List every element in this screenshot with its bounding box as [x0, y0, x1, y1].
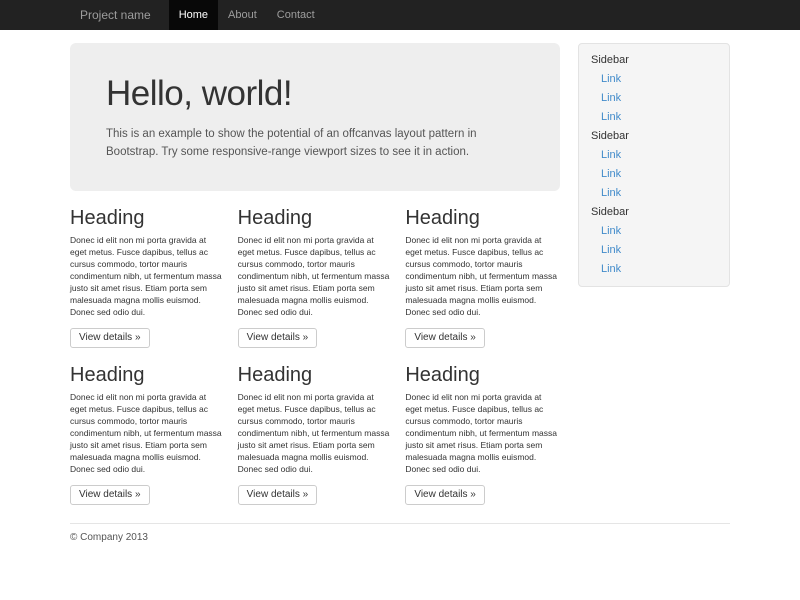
card-heading: Heading [238, 207, 393, 229]
sidebar-link[interactable]: Link [579, 222, 729, 241]
sidebar-link[interactable]: Link [579, 260, 729, 279]
sidebar-link[interactable]: Link [579, 108, 729, 127]
navbar: Project name Home About Contact [0, 0, 800, 30]
nav-item-contact[interactable]: Contact [267, 0, 325, 30]
sidebar-link[interactable]: Link [579, 165, 729, 184]
card: Heading Donec id elit non mi porta gravi… [405, 207, 560, 348]
view-details-button[interactable]: View details » [238, 485, 318, 505]
navbar-inner: Project name Home About Contact [70, 0, 730, 30]
sidebar-heading: Sidebar [579, 203, 729, 222]
view-details-button[interactable]: View details » [70, 485, 150, 505]
sidebar-link[interactable]: Link [579, 241, 729, 260]
card: Heading Donec id elit non mi porta gravi… [70, 364, 225, 505]
footer-divider [70, 523, 730, 524]
cards-row-1: Heading Donec id elit non mi porta gravi… [70, 207, 560, 348]
card-body-text: Donec id elit non mi porta gravida at eg… [405, 234, 560, 318]
card-body-text: Donec id elit non mi porta gravida at eg… [70, 234, 225, 318]
card: Heading Donec id elit non mi porta gravi… [238, 364, 393, 505]
card-body-text: Donec id elit non mi porta gravida at eg… [238, 391, 393, 475]
sidebar: Sidebar Link Link Link Sidebar Link Link… [578, 43, 730, 287]
card-heading: Heading [70, 364, 225, 386]
jumbotron-text: This is an example to show the potential… [106, 125, 524, 161]
sidebar-link[interactable]: Link [579, 146, 729, 165]
card: Heading Donec id elit non mi porta gravi… [70, 207, 225, 348]
main-content: Hello, world! This is an example to show… [70, 43, 560, 505]
card: Heading Donec id elit non mi porta gravi… [405, 364, 560, 505]
sidebar-link[interactable]: Link [579, 184, 729, 203]
sidebar-link[interactable]: Link [579, 70, 729, 89]
page-footer: © Company 2013 [70, 523, 730, 543]
navbar-menu: Home About Contact [169, 0, 325, 30]
page-title: Hello, world! [106, 75, 524, 113]
nav-item-about[interactable]: About [218, 0, 267, 30]
card-heading: Heading [238, 364, 393, 386]
view-details-button[interactable]: View details » [405, 328, 485, 348]
nav-item-home[interactable]: Home [169, 0, 218, 30]
card-body-text: Donec id elit non mi porta gravida at eg… [70, 391, 225, 475]
cards-row-2: Heading Donec id elit non mi porta gravi… [70, 364, 560, 505]
view-details-button[interactable]: View details » [70, 328, 150, 348]
footer-copyright: © Company 2013 [70, 532, 730, 543]
card-heading: Heading [70, 207, 225, 229]
navbar-brand[interactable]: Project name [70, 0, 161, 30]
view-details-button[interactable]: View details » [238, 328, 318, 348]
jumbotron: Hello, world! This is an example to show… [70, 43, 560, 191]
card-body-text: Donec id elit non mi porta gravida at eg… [405, 391, 560, 475]
sidebar-heading: Sidebar [579, 51, 729, 70]
sidebar-heading: Sidebar [579, 127, 729, 146]
content-row: Hello, world! This is an example to show… [70, 30, 730, 505]
card-heading: Heading [405, 207, 560, 229]
sidebar-link[interactable]: Link [579, 89, 729, 108]
card-body-text: Donec id elit non mi porta gravida at eg… [238, 234, 393, 318]
card-heading: Heading [405, 364, 560, 386]
card: Heading Donec id elit non mi porta gravi… [238, 207, 393, 348]
view-details-button[interactable]: View details » [405, 485, 485, 505]
page-container: Hello, world! This is an example to show… [70, 30, 730, 543]
